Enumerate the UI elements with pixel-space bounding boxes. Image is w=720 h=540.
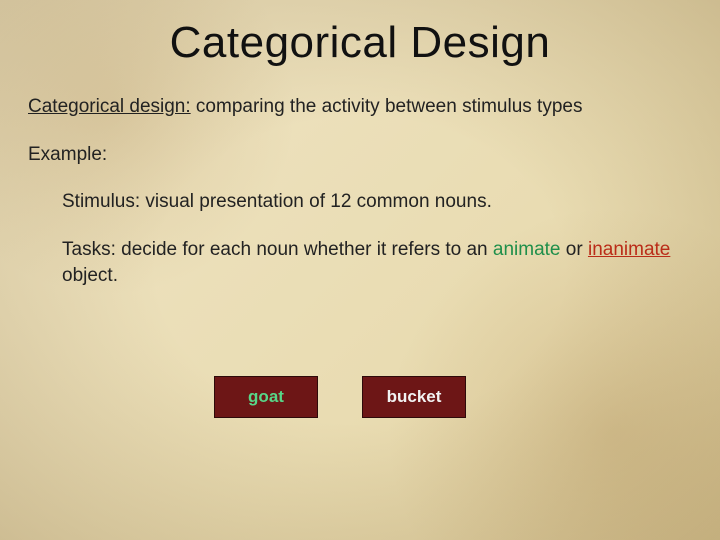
tasks-post: object. [62,265,118,286]
animate-word: animate [493,239,561,260]
example-label: Example: [28,142,692,168]
animate-example-chip: goat [214,376,318,418]
stimulus-text: visual presentation of 12 common nouns. [145,191,491,212]
tasks-label: Tasks: [62,239,121,260]
stimulus-line: Stimulus: visual presentation of 12 comm… [62,189,692,215]
stimulus-label: Stimulus: [62,191,145,212]
tasks-pre: decide for each noun whether it refers t… [121,239,493,260]
inanimate-example-chip: bucket [362,376,466,418]
tasks-line: Tasks: decide for each noun whether it r… [62,237,692,288]
example-chips-row: goat bucket [0,376,692,418]
definition-term: Categorical design: [28,96,191,117]
slide: Categorical Design Categorical design: c… [0,0,720,540]
example-block: Stimulus: visual presentation of 12 comm… [28,189,692,288]
definition-text: comparing the activity between stimulus … [191,96,583,117]
tasks-mid: or [561,239,588,260]
definition-line: Categorical design: comparing the activi… [28,94,692,120]
slide-title: Categorical Design [28,18,692,68]
inanimate-word: inanimate [588,239,670,260]
